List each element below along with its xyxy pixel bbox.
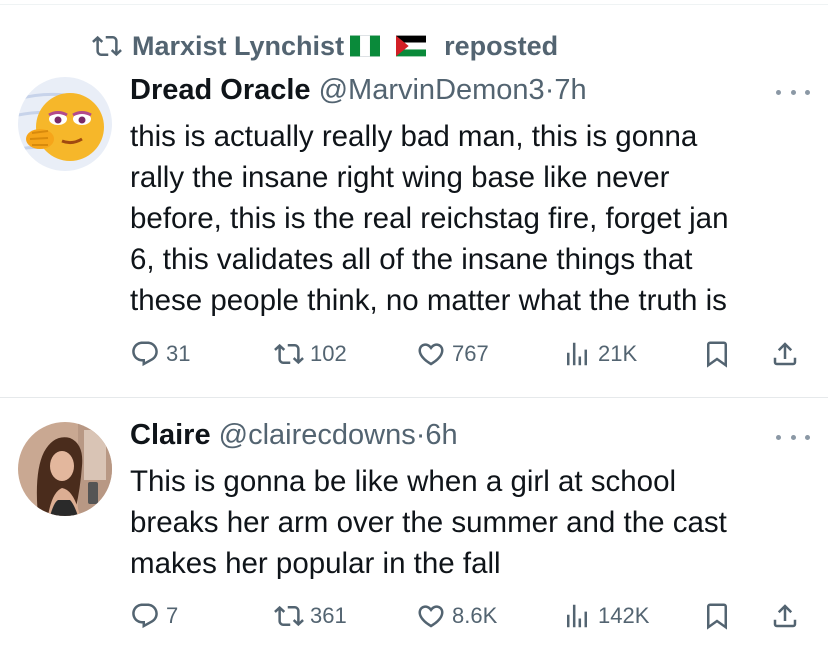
views-button[interactable]: 142K (562, 598, 649, 634)
nigeria-flag-icon (350, 35, 381, 57)
repost-count: 361 (310, 603, 347, 628)
like-button[interactable]: 767 (416, 336, 489, 372)
like-button[interactable]: 8.6K (416, 598, 497, 634)
reply-icon (132, 341, 158, 367)
tweet-header: Claire @clairecdowns·6h (130, 419, 458, 452)
more-options-icon[interactable] (776, 85, 810, 99)
repost-count: 102 (310, 341, 347, 366)
share-icon (773, 342, 797, 366)
repost-button[interactable]: 102 (274, 336, 347, 372)
more-options-icon[interactable] (776, 430, 810, 444)
repost-icon (92, 35, 122, 57)
tweet-text-line: This is gonna be like when a girl at sch… (130, 465, 677, 498)
tweet-text-line: 6, this validates all of the insane thin… (130, 243, 693, 276)
bookmark-button[interactable] (702, 598, 732, 634)
views-count: 142K (598, 603, 650, 628)
repost-button[interactable]: 361 (274, 598, 347, 634)
display-name[interactable]: Dread Oracle (130, 74, 311, 106)
reply-button[interactable]: 31 (130, 336, 190, 372)
reply-icon (132, 603, 158, 629)
analytics-icon (567, 604, 587, 628)
tweet-text: this is actually really bad man, this is… (130, 116, 810, 321)
reply-button[interactable]: 7 (130, 598, 178, 634)
action-bar: 31 102 767 21K (130, 336, 810, 372)
handle[interactable]: @clairecdowns (219, 419, 416, 451)
heart-icon (418, 343, 444, 366)
timestamp[interactable]: 7h (554, 74, 586, 106)
views-button[interactable]: 21K (562, 336, 637, 372)
share-icon (773, 604, 797, 628)
avatar[interactable] (18, 422, 112, 516)
avatar[interactable] (18, 77, 112, 171)
reply-count: 7 (166, 603, 179, 628)
top-divider (0, 4, 828, 5)
tweet-text-line: these people think, no matter what the t… (130, 284, 727, 317)
heart-icon (418, 605, 444, 628)
tweet-text-line: makes her popular in the fall (130, 547, 501, 580)
handle[interactable]: @MarvinDemon3 (319, 74, 545, 106)
like-count: 767 (452, 341, 489, 366)
tweet-header: Dread Oracle @MarvinDemon3·7h (130, 74, 587, 107)
profile-photo-image (18, 422, 112, 516)
action-bar: 7 361 8.6K 142K (130, 598, 810, 634)
share-button[interactable] (770, 598, 800, 634)
timestamp[interactable]: 6h (425, 419, 457, 451)
repost-user[interactable]: Marxist Lynchist (132, 31, 344, 62)
bookmark-button[interactable] (702, 336, 732, 372)
tweet-text-line: this is actually really bad man, this is… (130, 120, 698, 153)
tweet-text-line: breaks her arm over the summer and the c… (130, 506, 727, 539)
display-name[interactable]: Claire (130, 419, 211, 451)
share-button[interactable] (770, 336, 800, 372)
tweet-text-line: before, this is the real reichstag fire,… (130, 202, 729, 235)
bookmark-icon (707, 603, 727, 630)
emoji-avatar-image (18, 77, 112, 171)
separator: · (415, 419, 426, 451)
separator: · (544, 74, 555, 106)
tweet-text-line: rally the insane right wing base like ne… (130, 161, 670, 194)
bookmark-icon (707, 341, 727, 368)
analytics-icon (567, 342, 587, 366)
tweet-text: This is gonna be like when a girl at sch… (130, 461, 810, 584)
reply-count: 31 (166, 341, 191, 366)
tweet-divider (0, 397, 828, 398)
palestine-flag-icon (396, 35, 427, 57)
like-count: 8.6K (452, 603, 498, 628)
repost-icon (274, 605, 304, 627)
repost-header[interactable]: Marxist Lynchist reposted (92, 30, 558, 62)
repost-icon (274, 343, 304, 365)
repost-label: reposted (444, 30, 559, 61)
views-count: 21K (598, 341, 638, 366)
